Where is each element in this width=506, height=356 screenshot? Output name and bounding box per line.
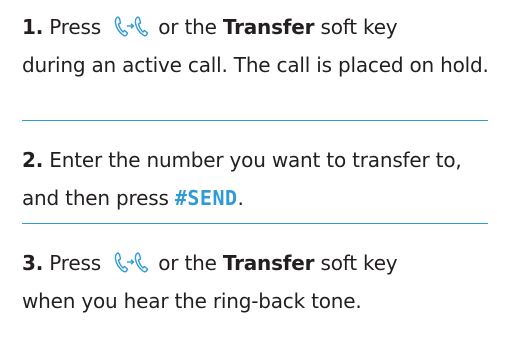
transfer-icon [113, 250, 149, 274]
transfer-softkey-label: Transfer [222, 251, 315, 275]
step-number: 1. [22, 15, 44, 39]
send-key-label: #SEND [174, 186, 238, 210]
step-text: when you hear the ring-back tone. [22, 289, 362, 313]
step-3: 3. Press or the Transfer soft key when y… [22, 224, 492, 320]
step-2: 2. Enter the number you want to transfer… [22, 121, 492, 223]
step-text: . [237, 186, 244, 210]
transfer-icon [113, 14, 149, 38]
step-text: Press [43, 15, 108, 39]
step-text: during an active call. The call is place… [22, 53, 489, 77]
step-text: soft key [314, 251, 398, 275]
step-text: or the [152, 251, 223, 275]
step-number: 2. [22, 148, 44, 172]
step-text: soft key [314, 15, 398, 39]
step-number: 3. [22, 251, 44, 275]
step-text: or the [152, 15, 223, 39]
transfer-softkey-label: Transfer [222, 15, 315, 39]
instruction-steps: 1. Press or the Transfer soft key during… [22, 0, 492, 320]
step-text: Press [43, 251, 108, 275]
step-1: 1. Press or the Transfer soft key during… [22, 0, 492, 120]
